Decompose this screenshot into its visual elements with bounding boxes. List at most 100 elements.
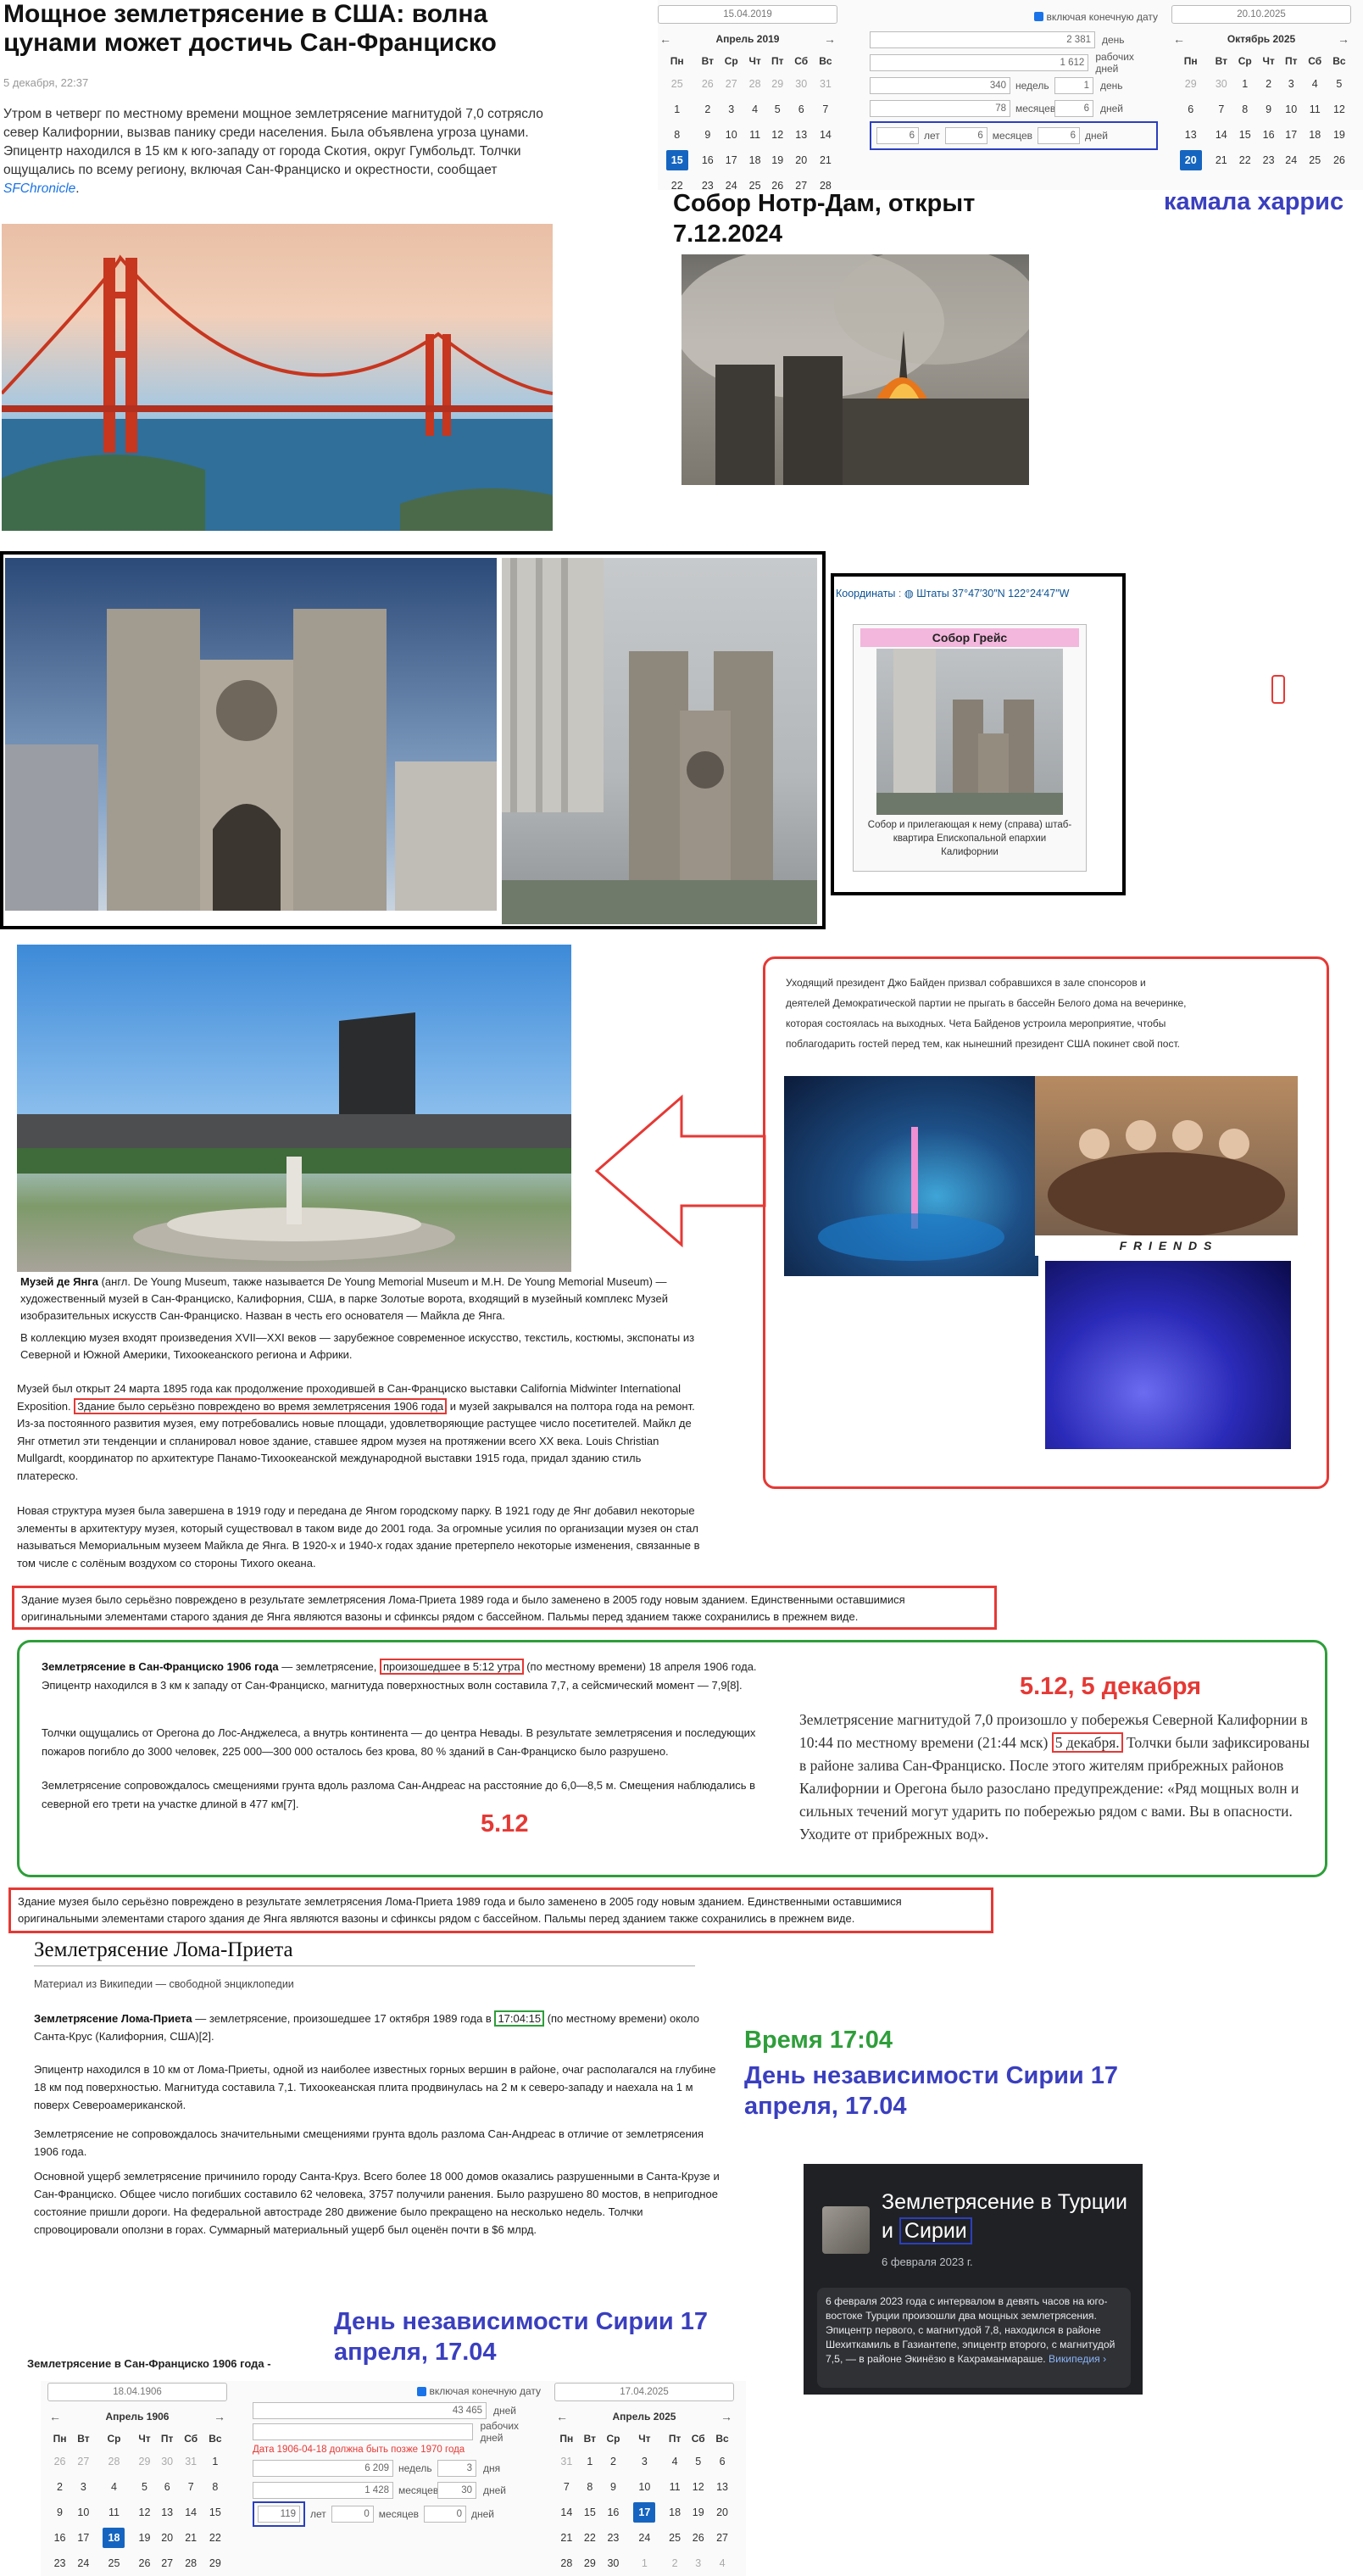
calendar-day[interactable]: 18	[95, 2525, 134, 2551]
calendar-day[interactable]: 7	[1210, 97, 1232, 122]
calendar-day[interactable]: 11	[743, 122, 766, 148]
calendar-day[interactable]: 24	[1280, 148, 1303, 173]
coords-label[interactable]: Координаты	[836, 588, 895, 599]
calendar-day[interactable]: 16	[696, 148, 719, 173]
calendar-day[interactable]: 25	[95, 2551, 134, 2576]
calendar-day[interactable]: 17	[72, 2525, 95, 2551]
calendar-day[interactable]: 19	[686, 2500, 710, 2525]
calendar-day[interactable]: 8	[1232, 97, 1257, 122]
calendar-day[interactable]: 30	[1210, 71, 1232, 97]
calendar-day[interactable]: 5	[1327, 71, 1351, 97]
calendar-day[interactable]: 2	[601, 2449, 626, 2474]
calendar-day[interactable]: 11	[1303, 97, 1327, 122]
prev-month-icon[interactable]: ←	[554, 2410, 570, 2423]
calendar-day[interactable]: 31	[179, 2449, 203, 2474]
calendar-day[interactable]: 2	[696, 97, 719, 122]
calendar-day[interactable]: 20	[1171, 148, 1210, 173]
calendar-day[interactable]: 10	[626, 2474, 664, 2500]
calendar-day[interactable]: 9	[601, 2474, 626, 2500]
calendar-day[interactable]: 18	[743, 148, 766, 173]
calendar-day[interactable]: 1	[579, 2449, 601, 2474]
calendar-day[interactable]: 27	[710, 2525, 734, 2551]
calendar-day[interactable]: 13	[1171, 122, 1210, 148]
calendar-day[interactable]: 8	[658, 122, 696, 148]
calendar-day[interactable]: 11	[95, 2500, 134, 2525]
calendar-day[interactable]: 15	[579, 2500, 601, 2525]
calendar-day[interactable]: 13	[710, 2474, 734, 2500]
calendar-day[interactable]: 27	[72, 2449, 95, 2474]
calendar-day[interactable]: 18	[664, 2500, 687, 2525]
calendar-day[interactable]: 28	[743, 71, 766, 97]
calendar-day[interactable]: 15	[1232, 122, 1257, 148]
calendar-day[interactable]: 15	[203, 2500, 227, 2525]
calendar-day[interactable]: 4	[1303, 71, 1327, 97]
calendar-day[interactable]: 26	[1327, 148, 1351, 173]
calendar-day[interactable]: 22	[1232, 148, 1257, 173]
calendar-day[interactable]: 27	[156, 2551, 179, 2576]
calendar-day[interactable]: 14	[179, 2500, 203, 2525]
calendar-day[interactable]: 19	[1327, 122, 1351, 148]
calendar-day[interactable]: 10	[719, 122, 743, 148]
wikipedia-link[interactable]: Википедия ›	[1049, 2353, 1106, 2365]
start-date-input[interactable]: 18.04.1906	[47, 2383, 227, 2401]
end-date-input[interactable]: 20.10.2025	[1171, 5, 1351, 24]
calendar-day[interactable]: 16	[601, 2500, 626, 2525]
calendar-day[interactable]: 5	[766, 97, 789, 122]
calendar-day[interactable]: 26	[686, 2525, 710, 2551]
prev-month-icon[interactable]: ←	[1171, 32, 1187, 46]
calendar-day[interactable]: 4	[664, 2449, 687, 2474]
calendar-day[interactable]: 25	[1303, 148, 1327, 173]
calendar-day[interactable]: 30	[156, 2449, 179, 2474]
calendar-day[interactable]: 25	[658, 71, 696, 97]
calendar-day[interactable]: 21	[814, 148, 837, 173]
calendar-day[interactable]: 20	[710, 2500, 734, 2525]
calendar-day[interactable]: 8	[203, 2474, 227, 2500]
calendar-day[interactable]: 29	[1171, 71, 1210, 97]
prev-month-icon[interactable]: ←	[658, 32, 673, 46]
calendar-day[interactable]: 9	[696, 122, 719, 148]
calendar-day[interactable]: 23	[47, 2551, 72, 2576]
calendar-day[interactable]: 1	[626, 2551, 664, 2576]
next-month-icon[interactable]: →	[212, 2410, 227, 2423]
next-month-icon[interactable]: →	[719, 2410, 734, 2423]
start-date-input[interactable]: 15.04.2019	[658, 5, 837, 24]
calendar-day[interactable]: 15	[658, 148, 696, 173]
calendar-day[interactable]: 5	[686, 2449, 710, 2474]
calendar-day[interactable]: 13	[789, 122, 814, 148]
calendar-day[interactable]: 3	[686, 2551, 710, 2576]
calendar-day[interactable]: 19	[766, 148, 789, 173]
calendar-day[interactable]: 8	[579, 2474, 601, 2500]
calendar-day[interactable]: 13	[156, 2500, 179, 2525]
calendar-day[interactable]: 1	[658, 97, 696, 122]
calendar-day[interactable]: 16	[47, 2525, 72, 2551]
calendar-day[interactable]: 30	[789, 71, 814, 97]
include-end-checkbox[interactable]	[1033, 12, 1043, 21]
calendar-day[interactable]: 4	[743, 97, 766, 122]
calendar-day[interactable]: 5	[133, 2474, 156, 2500]
calendar-day[interactable]: 21	[1210, 148, 1232, 173]
calendar-day[interactable]: 22	[203, 2525, 227, 2551]
calendar-day[interactable]: 31	[554, 2449, 579, 2474]
news-source-link[interactable]: SFChronicle	[3, 181, 75, 196]
calendar-day[interactable]: 2	[1257, 71, 1280, 97]
calendar-day[interactable]: 20	[156, 2525, 179, 2551]
calendar-day[interactable]: 29	[203, 2551, 227, 2576]
calendar-day[interactable]: 10	[1280, 97, 1303, 122]
calendar-day[interactable]: 1	[1232, 71, 1257, 97]
calendar-day[interactable]: 9	[1257, 97, 1280, 122]
calendar-day[interactable]: 26	[696, 71, 719, 97]
calendar-day[interactable]: 24	[626, 2525, 664, 2551]
calendar-day[interactable]: 27	[719, 71, 743, 97]
calendar-day[interactable]: 3	[72, 2474, 95, 2500]
calendar-day[interactable]: 28	[95, 2449, 134, 2474]
calendar-day[interactable]: 23	[1257, 148, 1280, 173]
calendar-day[interactable]: 17	[1280, 122, 1303, 148]
calendar-day[interactable]: 21	[554, 2525, 579, 2551]
calendar-day[interactable]: 9	[47, 2500, 72, 2525]
calendar-day[interactable]: 12	[1327, 97, 1351, 122]
calendar-day[interactable]: 23	[601, 2525, 626, 2551]
calendar-day[interactable]: 30	[601, 2551, 626, 2576]
calendar-day[interactable]: 3	[1280, 71, 1303, 97]
calendar-day[interactable]: 12	[133, 2500, 156, 2525]
calendar-day[interactable]: 6	[710, 2449, 734, 2474]
